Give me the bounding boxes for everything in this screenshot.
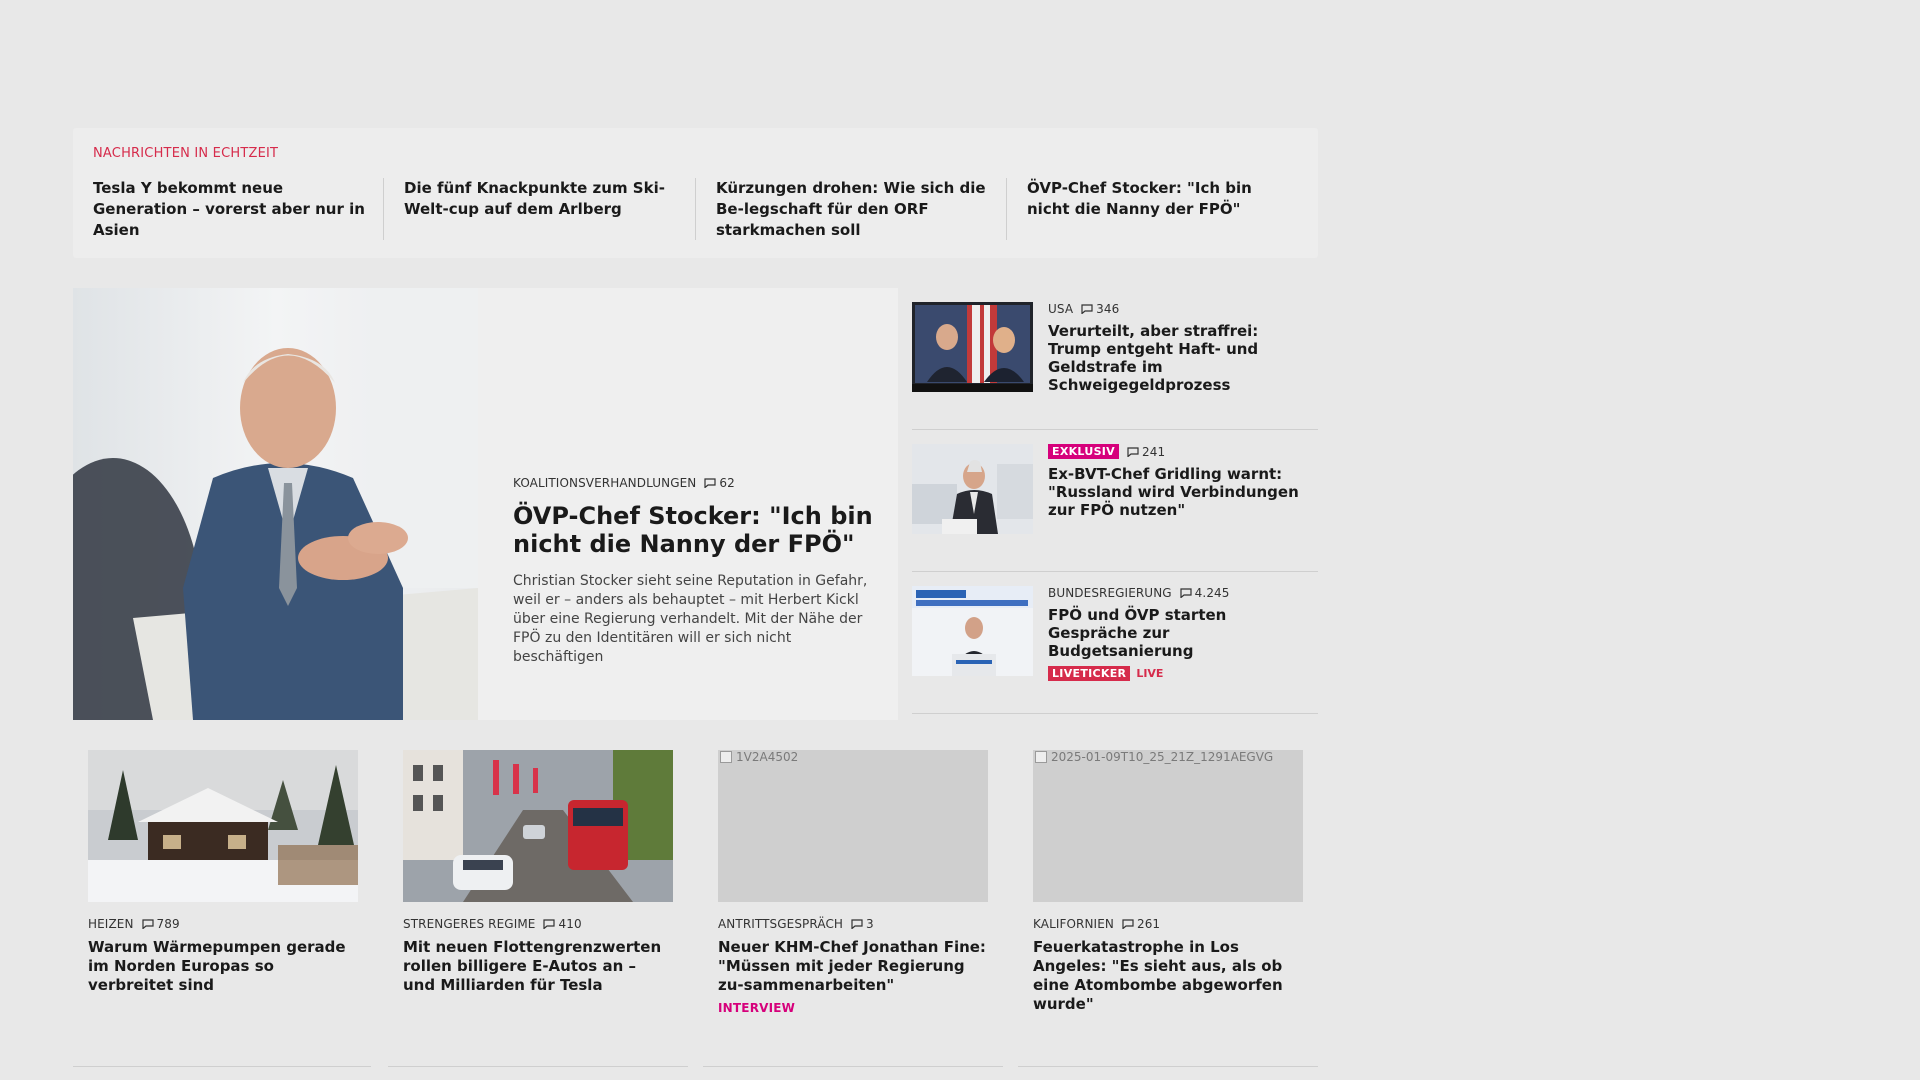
card-image-placeholder[interactable]: 2025-01-09T10_25_21Z_1291AEGVG (1033, 750, 1303, 902)
ticker-item[interactable]: ÖVP-Chef Stocker: "Ich bin nicht die Nan… (1027, 178, 1299, 220)
comment-count-value: 346 (1096, 302, 1120, 316)
side-story[interactable]: BUNDESREGIERUNG 4.245 FPÖ und ÖVP starte… (912, 572, 1318, 714)
comment-count[interactable]: 4.245 (1180, 586, 1230, 600)
ticker-item[interactable]: Tesla Y bekommt neue Generation – vorers… (93, 178, 365, 241)
ticker-heading: NACHRICHTEN IN ECHTZEIT (93, 146, 279, 161)
side-story-image[interactable] (912, 302, 1033, 392)
comment-count[interactable]: 789 (141, 917, 180, 931)
side-story-title[interactable]: FPÖ und ÖVP starten Gespräche zur Budget… (1048, 606, 1316, 660)
comment-icon (1180, 588, 1192, 598)
interview-tag: INTERVIEW (718, 1001, 796, 1015)
side-story-image[interactable] (912, 586, 1033, 676)
card-image-placeholder[interactable]: 1V2A4502 (718, 750, 988, 902)
comment-icon (1122, 919, 1134, 929)
category-label[interactable]: STRENGERES REGIME (403, 917, 535, 931)
card-meta: STRENGERES REGIME 410 (403, 917, 673, 931)
category-label[interactable]: USA (1048, 302, 1073, 316)
category-label[interactable]: BUNDESREGIERUNG (1048, 586, 1172, 600)
ticker-item[interactable]: Kürzungen drohen: Wie sich die Be-legsch… (716, 178, 988, 241)
comment-count[interactable]: 410 (543, 917, 582, 931)
broken-image-label: 2025-01-09T10_25_21Z_1291AEGVG (1035, 750, 1273, 764)
liveticker-badge: LIVETICKER (1048, 666, 1131, 681)
comment-icon (543, 919, 556, 929)
section-divider (703, 1066, 1003, 1067)
comment-icon (1127, 446, 1139, 457)
broken-image-icon (720, 751, 732, 763)
teaser-card[interactable]: 1V2A4502 ANTRITTSGESPRÄCH 3 Neuer KHM-Ch… (718, 750, 988, 1015)
card-meta: HEIZEN 789 (88, 917, 358, 931)
comment-count[interactable]: 346 (1081, 302, 1119, 316)
teaser-card[interactable]: HEIZEN 789 Warum Wärmepumpen gerade im N… (88, 750, 358, 995)
teaser-card[interactable]: 2025-01-09T10_25_21Z_1291AEGVG KALIFORNI… (1033, 750, 1303, 1014)
card-image[interactable] (403, 750, 673, 902)
section-divider (73, 1066, 371, 1067)
broken-image-icon (1035, 751, 1047, 763)
ticker-divider (1006, 178, 1007, 240)
press-conference-photo (912, 444, 1033, 534)
podium-photo (912, 586, 1033, 676)
comment-icon (704, 478, 716, 488)
side-story-text: USA 346 Verurteilt, aber straffrei: Trum… (1048, 302, 1316, 394)
side-story[interactable]: EXKLUSIV 241 Ex-BVT-Chef Gridling warnt:… (912, 430, 1318, 572)
comment-icon (1081, 304, 1093, 314)
comment-count[interactable]: 261 (1122, 917, 1160, 931)
card-meta: ANTRITTSGESPRÄCH 3 (718, 917, 988, 931)
lead-story-text: KOALITIONSVERHANDLUNGEN 62 ÖVP-Chef Stoc… (513, 476, 873, 667)
card-title[interactable]: Feuerkatastrophe in Los Angeles: "Es sie… (1033, 938, 1303, 1014)
live-label: LIVE (1136, 667, 1164, 680)
ticker-divider (695, 178, 696, 240)
comment-icon (851, 919, 863, 929)
ticker-divider (383, 178, 384, 240)
side-story-meta: USA 346 (1048, 302, 1316, 316)
lead-story[interactable]: KOALITIONSVERHANDLUNGEN 62 ÖVP-Chef Stoc… (73, 288, 898, 720)
side-story-image[interactable] (912, 444, 1033, 534)
exklusiv-badge: EXKLUSIV (1048, 444, 1119, 459)
ticker-item[interactable]: Die fünf Knackpunkte zum Ski-Welt-cup au… (404, 178, 676, 220)
card-title[interactable]: Warum Wärmepumpen gerade im Norden Europ… (88, 938, 358, 995)
page: NACHRICHTEN IN ECHTZEIT Tesla Y bekommt … (0, 0, 1920, 1080)
live-row: LIVETICKER LIVE (1048, 666, 1316, 681)
lead-story-image[interactable] (73, 288, 478, 720)
side-story-title[interactable]: Ex-BVT-Chef Gridling warnt: "Russland wi… (1048, 465, 1316, 519)
realtime-ticker: NACHRICHTEN IN ECHTZEIT Tesla Y bekommt … (73, 128, 1318, 258)
card-title[interactable]: Mit neuen Flottengrenzwerten rollen bill… (403, 938, 673, 995)
comment-count-value: 62 (719, 476, 735, 490)
category-label[interactable]: HEIZEN (88, 917, 134, 931)
category-label[interactable]: KOALITIONSVERHANDLUNGEN (513, 476, 696, 490)
lead-story-title[interactable]: ÖVP-Chef Stocker: "Ich bin nicht die Nan… (513, 502, 873, 558)
category-label[interactable]: KALIFORNIEN (1033, 917, 1114, 931)
card-title[interactable]: Neuer KHM-Chef Jonathan Fine: "Müssen mi… (718, 938, 988, 995)
category-label[interactable]: ANTRITTSGESPRÄCH (718, 917, 843, 931)
broken-image-label: 1V2A4502 (720, 750, 798, 764)
comment-count[interactable]: 62 (704, 476, 735, 490)
teaser-card[interactable]: STRENGERES REGIME 410 Mit neuen Flotteng… (403, 750, 673, 995)
comment-count-value: 3 (866, 917, 874, 931)
card-image[interactable] (88, 750, 358, 902)
portrait-photo (73, 288, 478, 720)
side-story-text: EXKLUSIV 241 Ex-BVT-Chef Gridling warnt:… (1048, 444, 1316, 519)
side-story-meta: BUNDESREGIERUNG 4.245 (1048, 586, 1316, 600)
comment-icon (141, 919, 154, 929)
comment-count[interactable]: 3 (851, 917, 874, 931)
comment-count-value: 789 (156, 917, 180, 931)
lead-story-meta: KOALITIONSVERHANDLUNGEN 62 (513, 476, 873, 490)
side-story[interactable]: USA 346 Verurteilt, aber straffrei: Trum… (912, 288, 1318, 430)
street-traffic-photo (403, 750, 673, 902)
card-meta: KALIFORNIEN 261 (1033, 917, 1303, 931)
comment-count-value: 410 (558, 917, 582, 931)
side-story-meta: EXKLUSIV 241 (1048, 444, 1316, 459)
side-story-text: BUNDESREGIERUNG 4.245 FPÖ und ÖVP starte… (1048, 586, 1316, 681)
broken-image-alt: 1V2A4502 (736, 750, 799, 764)
comment-count-value: 241 (1142, 444, 1166, 459)
section-divider (388, 1066, 688, 1067)
snowy-cabin-photo (88, 750, 358, 902)
tv-screen-photo (912, 302, 1033, 392)
comment-count-value: 4.245 (1194, 586, 1230, 600)
comment-count-value: 261 (1136, 917, 1161, 931)
broken-image-alt: 2025-01-09T10_25_21Z_1291AEGVG (1051, 750, 1274, 764)
side-story-title[interactable]: Verurteilt, aber straffrei: Trump entgeh… (1048, 322, 1316, 394)
section-divider (1018, 1066, 1318, 1067)
comment-count[interactable]: 241 (1127, 445, 1165, 459)
lead-story-teaser: Christian Stocker sieht seine Reputation… (513, 573, 868, 665)
